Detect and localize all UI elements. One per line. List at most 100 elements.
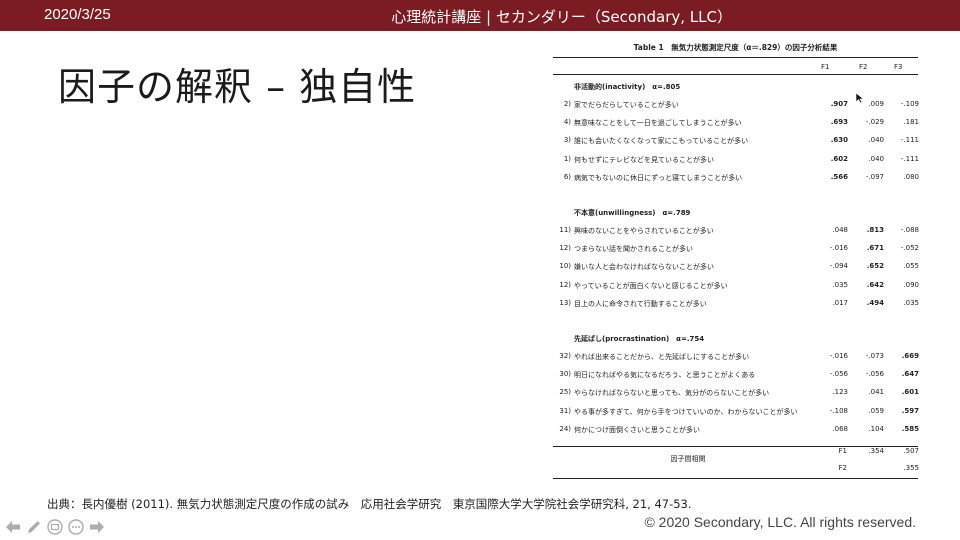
loading-f2: -.097 [865, 172, 884, 181]
table-row: 12) やっていることが面白くないと感じることが多い .035 .642 .090 [553, 280, 919, 295]
source-citation: 出典：長内優樹 (2011). 無気力状態測定尺度の作成の試み 応用社会学研究 … [47, 497, 692, 511]
item-number: 25) [559, 388, 571, 397]
loading-f2: .494 [866, 298, 884, 307]
item-text: 無意味なことをして一日を過ごしてしまうことが多い [574, 119, 742, 128]
loading-f3: .035 [903, 298, 919, 307]
item-text: やる事が多すぎて、何から手をつけていいのか、わからないことが多い [574, 407, 798, 416]
header-f2: F2 [859, 63, 868, 71]
loading-f2: .040 [868, 136, 884, 145]
loading-f3: -.088 [900, 226, 919, 234]
loading-f1: -.016 [829, 352, 848, 360]
loading-f1: .017 [832, 298, 848, 307]
loading-f3: -.052 [900, 244, 919, 253]
loading-f1: .907 [830, 100, 848, 108]
loading-f1: .123 [832, 388, 848, 397]
loading-f3: .597 [901, 406, 919, 415]
table-row: 12) つまらない話を聞かされることが多い -.016 .671 -.052 [553, 244, 919, 258]
slide-title: 因子の解釈 – 独自性 [58, 65, 417, 109]
table-header-rule [553, 74, 918, 75]
loading-f3: .585 [901, 424, 919, 433]
loading-f1: -.016 [829, 244, 848, 253]
header-bar: 2020/3/25 心理統計講座 | セカンダリー（Secondary, LLC… [0, 0, 960, 31]
loading-f3: -.111 [900, 154, 919, 163]
loading-f2: .671 [866, 244, 884, 253]
item-number: 12) [559, 244, 571, 253]
correlation-factor: F1 [838, 447, 847, 455]
item-number: 1) [563, 154, 571, 163]
loading-f1: .602 [830, 154, 848, 163]
factor-analysis-table: Table 1 無気力状態測定尺度（α＝.829）の因子分析結果 F1 F2 F… [553, 38, 919, 482]
loading-f1: -.056 [829, 370, 848, 379]
item-number: 30) [559, 370, 571, 379]
loading-f2: .813 [866, 226, 884, 234]
loading-f3: .647 [901, 370, 919, 379]
item-text: 誰にも会いたくなくなって家にこもっていることが多い [574, 137, 749, 146]
table-row: 24) 何かにつけ面倒くさいと思うことが多い .068 .104 .585 [553, 424, 919, 439]
item-text: 興味のないことをやらされていることが多い [574, 227, 714, 235]
table-row: 30) 明日になればやる気になるだろう、と思うことがよくある -.056 -.056.… [553, 370, 919, 384]
loading-f2: -.056 [865, 370, 884, 379]
pen-icon[interactable] [25, 518, 43, 536]
slides-icon[interactable] [46, 518, 64, 536]
loading-f2: .104 [868, 424, 884, 433]
loading-f1: .068 [832, 424, 848, 433]
correlation-f3: .355 [903, 464, 919, 472]
loading-f2: .642 [866, 280, 884, 289]
item-number: 4) [563, 118, 571, 127]
loading-f3: .669 [901, 352, 919, 360]
item-text: 病気でもないのに休日にずっと寝てしまうことが多い [574, 173, 743, 182]
loading-f2: .041 [868, 388, 884, 397]
loading-f3: .601 [901, 388, 919, 397]
section-title: 非活動的(inactivity) α=.805 [574, 83, 681, 91]
item-text: やらなければならないと思っても、気分がのらないことが多い [574, 389, 770, 398]
table-row: 3) 誰にも会いたくなくなって家にこもっていることが多い .630 .040 -.111 [553, 136, 919, 150]
table-caption: Table 1 無気力状態測定尺度（α＝.829）の因子分析結果 [633, 43, 838, 52]
loading-f2: -.029 [865, 118, 884, 127]
section-title: 不本意(unwillingness) α=.789 [574, 209, 691, 217]
header-f3: F3 [894, 63, 903, 71]
correlation-row: F2 .355 [553, 464, 919, 478]
loading-f3: -.109 [900, 100, 919, 108]
item-number: 32) [559, 352, 571, 360]
header-course-title: 心理統計講座 | セカンダリー（Secondary, LLC） [391, 8, 732, 26]
item-number: 3) [563, 136, 571, 145]
arrow-left-icon[interactable] [4, 518, 22, 536]
more-icon[interactable] [67, 518, 85, 536]
table-row: 13) 目上の人に命令されて行動することが多い .017 .494 .035 [553, 298, 919, 313]
loading-f1: .693 [830, 118, 848, 127]
loading-f3: .080 [903, 172, 919, 181]
loading-f1: .035 [832, 280, 848, 289]
slide-navigation [4, 517, 106, 537]
item-number: 2) [563, 100, 571, 108]
item-text: 何かにつけ面倒くさいと思うことが多い [574, 425, 700, 434]
loading-f3: .055 [903, 262, 919, 271]
table-row: 25) やらなければならないと思っても、気分がのらないことが多い .123 .041.… [553, 388, 919, 402]
table-row: 10) 嫌いな人と会わなければならないことが多い -.094 .652 .055 [553, 262, 919, 276]
table-row: 4) 無意味なことをして一日を過ごしてしまうことが多い .693 -.029 .181 [553, 118, 919, 132]
table-row: 32) やれば出来ることだから、と先延ばしにすることが多い -.016 -.073 .6… [553, 352, 919, 366]
item-number: 11) [559, 226, 571, 234]
loading-f1: .566 [830, 172, 848, 181]
item-number: 6) [563, 172, 571, 181]
table-row: 6) 病気でもないのに休日にずっと寝てしまうことが多い .566 -.097 .080 [553, 172, 919, 187]
table-row: 31) やる事が多すぎて、何から手をつけていいのか、わからないことが多い -.108… [553, 406, 919, 421]
loading-f1: .630 [830, 136, 848, 145]
item-text: 目上の人に命令されて行動することが多い [574, 299, 707, 308]
item-number: 24) [559, 424, 571, 433]
item-text: 嫌いな人と会わなければならないことが多い [574, 263, 714, 272]
copyright-notice: © 2020 Secondary, LLC. All rights reserv… [644, 514, 916, 530]
correlation-f3: .507 [903, 447, 919, 455]
loading-f2: .040 [868, 154, 884, 163]
loading-f2: -.073 [865, 352, 884, 360]
item-text: 明日になればやる気になるだろう、と思うことがよくある [574, 371, 756, 380]
loading-f1: -.108 [829, 406, 848, 415]
loading-f3: .090 [903, 280, 919, 289]
arrow-right-icon[interactable] [88, 518, 106, 536]
loading-f2: .059 [868, 406, 884, 415]
correlation-row: F1 .354 .507 [553, 447, 919, 461]
item-text: 何もせずにテレビなどを見ていることが多い [574, 155, 714, 164]
item-number: 10) [559, 262, 571, 271]
mouse-cursor-icon [855, 92, 865, 104]
item-number: 31) [559, 406, 571, 415]
header-f1: F1 [821, 63, 830, 71]
